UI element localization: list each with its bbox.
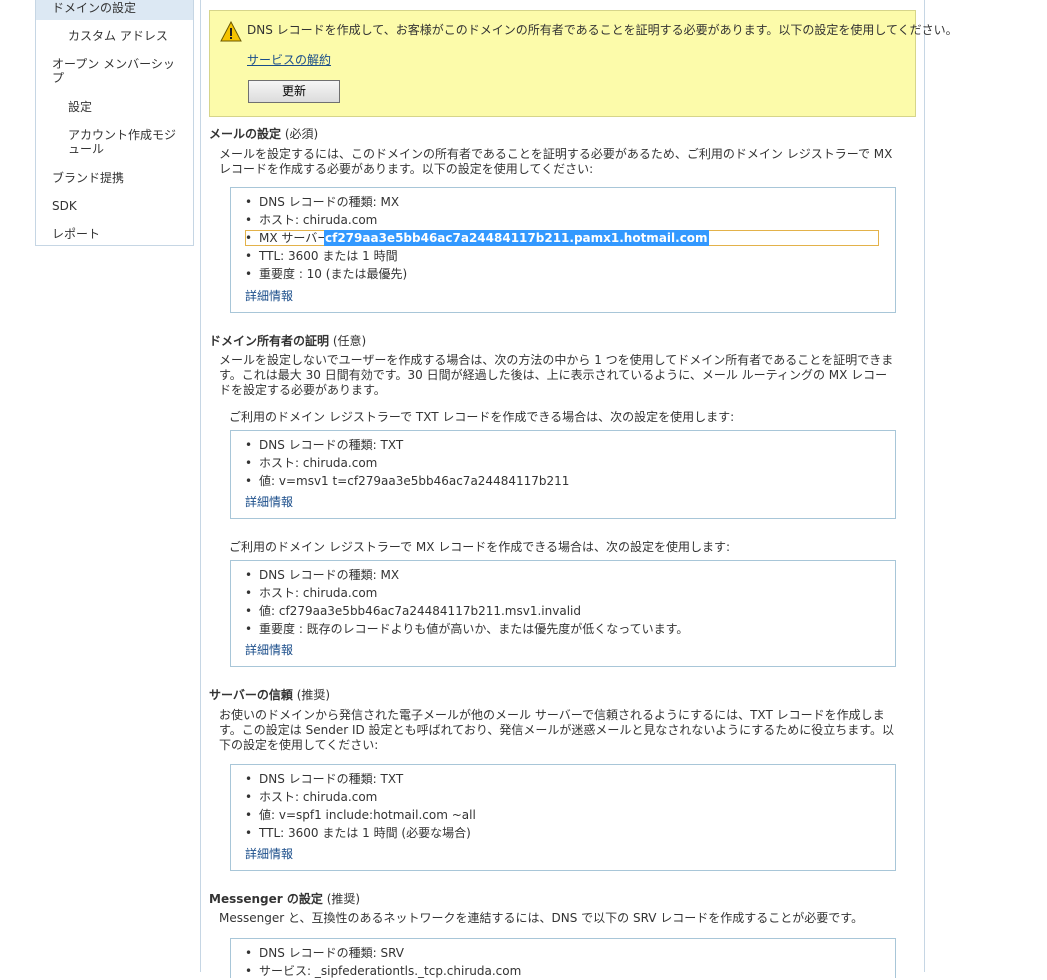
sidebar-item-sdk[interactable]: SDK	[52, 199, 77, 213]
list-item: DNS レコードの種類: MX	[245, 193, 909, 211]
sidebar-item-reports[interactable]: レポート	[52, 227, 100, 241]
trust-desc: お使いのドメインから発信された電子メールが他のメール サーバーで信頼されるように…	[219, 708, 895, 752]
list-item: ホスト: chiruda.com	[245, 211, 909, 229]
messenger-heading: Messenger の設定	[209, 892, 323, 906]
update-button[interactable]: 更新	[248, 80, 340, 103]
trust-heading: サーバーの信頼	[209, 688, 293, 702]
list-item: 値: v=msv1 t=cf279aa3e5bb46ac7a24484117b2…	[245, 472, 569, 490]
sidebar-item-open-membership[interactable]: オープン メンバーシップ	[52, 57, 182, 85]
list-item: DNS レコードの種類: TXT	[245, 770, 476, 788]
sidebar-item-brand[interactable]: ブランド提携	[52, 171, 124, 185]
trust-details-link[interactable]: 詳細情報	[245, 845, 293, 862]
list-item: TTL: 3600 または 1 時間	[245, 247, 909, 265]
mail-settings-heading: メールの設定	[209, 127, 282, 141]
messenger-desc: Messenger と、互換性のあるネットワークを連結するには、DNS で以下の…	[219, 911, 864, 925]
ownership-title: ドメイン所有者の証明 (任意)	[209, 332, 366, 349]
sidebar-item-account-module[interactable]: アカウント作成モジュール	[68, 128, 182, 156]
mx-server-value[interactable]: cf279aa3e5bb46ac7a24484117b211.pamx1.hot…	[324, 230, 709, 246]
list-item: 値: v=spf1 include:hotmail.com ~all	[245, 806, 476, 824]
sidebar-item-domain-settings[interactable]: ドメインの設定	[36, 0, 193, 20]
list-item: ホスト: chiruda.com	[245, 584, 688, 602]
sidebar-nav: ドメインの設定 カスタム アドレス オープン メンバーシップ 設定 アカウント作…	[35, 0, 194, 246]
mx-intro: ご利用のドメイン レジストラーで MX レコードを作成できる場合は、次の設定を使…	[229, 540, 731, 554]
txt-intro: ご利用のドメイン レジストラーで TXT レコードを作成できる場合は、次の設定を…	[229, 410, 735, 424]
sidebar-item-settings[interactable]: 設定	[68, 100, 92, 114]
sidebar-item-custom-address[interactable]: カスタム アドレス	[68, 29, 168, 43]
txt-details-link[interactable]: 詳細情報	[245, 493, 293, 510]
ownership-tag: (任意)	[332, 334, 367, 348]
txt-record-box: DNS レコードの種類: TXT ホスト: chiruda.com 値: v=m…	[230, 430, 896, 519]
list-item: 重要度 : 10 (または最優先)	[245, 265, 909, 283]
messenger-title: Messenger の設定 (推奨)	[209, 890, 360, 907]
list-item: TTL: 3600 または 1 時間 (必要な場合)	[245, 824, 476, 842]
trust-title: サーバーの信頼 (推奨)	[209, 686, 330, 703]
ownership-desc: メールを設定しないでユーザーを作成する場合は、次の方法の中から 1 つを使用して…	[219, 353, 894, 397]
list-item: DNS レコードの種類: SRV	[245, 944, 521, 962]
list-item: サービス: _sipfederationtls._tcp.chiruda.com	[245, 962, 521, 980]
trust-record-box: DNS レコードの種類: TXT ホスト: chiruda.com 値: v=s…	[230, 764, 896, 871]
list-item: DNS レコードの種類: MX	[245, 566, 688, 584]
mx-record-box: DNS レコードの種類: MX ホスト: chiruda.com 値: cf27…	[230, 560, 896, 667]
mail-settings-box: DNS レコードの種類: MX ホスト: chiruda.com MX サーバー…	[230, 187, 896, 313]
notice-message: DNS レコードを作成して、お客様がこのドメインの所有者であることを証明する必要…	[247, 23, 958, 37]
mail-settings-tag: (必須)	[284, 127, 319, 141]
mail-settings-title: メールの設定 (必須)	[209, 125, 318, 142]
ownership-heading: ドメイン所有者の証明	[209, 334, 330, 348]
trust-tag: (推奨)	[296, 688, 331, 702]
mx-server-row: MX サーバー: cf279aa3e5bb46ac7a24484117b211.…	[245, 229, 909, 247]
list-item: 重要度 : 既存のレコードよりも値が高いか、または優先度が低くなっています。	[245, 620, 688, 638]
messenger-record-box: DNS レコードの種類: SRV サービス: _sipfederationtls…	[230, 938, 896, 980]
warning-icon	[220, 21, 242, 42]
messenger-tag: (推奨)	[326, 892, 361, 906]
mail-details-link[interactable]: 詳細情報	[245, 287, 293, 304]
dns-notice-banner: DNS レコードを作成して、お客様がこのドメインの所有者であることを証明する必要…	[209, 10, 958, 117]
list-item: ホスト: chiruda.com	[245, 788, 476, 806]
mail-settings-desc: メールを設定するには、このドメインの所有者であることを証明する必要があるため、ご…	[219, 147, 893, 176]
list-item: DNS レコードの種類: TXT	[245, 436, 569, 454]
list-item: ホスト: chiruda.com	[245, 454, 569, 472]
list-item: 値: cf279aa3e5bb46ac7a24484117b211.msv1.i…	[245, 602, 688, 620]
cancel-service-link[interactable]: サービスの解約	[247, 51, 331, 68]
mx-details-link[interactable]: 詳細情報	[245, 641, 293, 658]
